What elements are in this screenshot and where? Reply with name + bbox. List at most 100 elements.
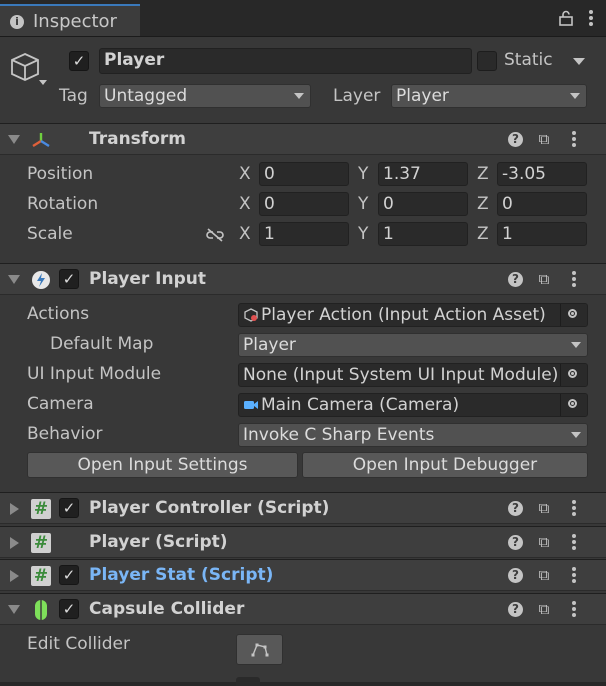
player-input-enabled-checkbox[interactable]: ✓ [59, 269, 79, 289]
active-checkbox[interactable]: ✓ [69, 51, 89, 71]
open-input-debugger-button[interactable]: Open Input Debugger [302, 452, 588, 478]
player-controller-header[interactable]: # ✓ Player Controller (Script) ? ⧉ [0, 492, 606, 524]
default-map-dropdown[interactable]: Player [238, 333, 588, 357]
object-picker-icon[interactable] [560, 394, 587, 416]
chevron-down-icon [294, 93, 304, 99]
tag-dropdown[interactable]: Untagged [99, 84, 311, 108]
sliders-icon[interactable]: ⧉ [536, 567, 552, 583]
player-input-header[interactable]: ✓ Player Input ? ⧉ [0, 263, 606, 295]
tab-bar: i Inspector [0, 0, 606, 37]
capsule-collider-icon [35, 600, 47, 620]
kebab-icon[interactable] [571, 533, 577, 551]
scale-z-field[interactable]: 1 [497, 222, 587, 246]
lock-icon[interactable] [558, 10, 574, 26]
position-label: Position [27, 164, 94, 184]
layer-value: Player [396, 86, 449, 106]
static-checkbox[interactable] [477, 51, 497, 71]
chevron-down-icon [570, 93, 580, 99]
bolt-icon [32, 271, 50, 289]
axis-z-label: Z [477, 224, 489, 244]
player-script-header[interactable]: # Player (Script) ? ⧉ [0, 526, 606, 558]
rotation-y-field[interactable]: 0 [378, 192, 468, 216]
scale-x-field[interactable]: 1 [259, 222, 349, 246]
camera-value: Main Camera (Camera) [261, 395, 460, 415]
script-icon: # [31, 499, 51, 519]
chevron-down-icon [571, 342, 581, 348]
help-icon[interactable]: ? [508, 501, 523, 516]
foldout-open-icon[interactable] [8, 275, 20, 284]
foldout-open-icon[interactable] [8, 605, 20, 614]
ui-input-module-value: None (Input System UI Input Module) [243, 365, 559, 385]
position-x-field[interactable]: 0 [259, 162, 349, 186]
sliders-icon[interactable]: ⧉ [536, 500, 552, 516]
kebab-icon[interactable] [571, 499, 577, 517]
player-stat-header[interactable]: # ✓ Player Stat (Script) ? ⧉ [0, 559, 606, 591]
info-icon: i [10, 15, 24, 29]
camera-field[interactable]: Main Camera (Camera) [238, 393, 588, 417]
foldout-closed-icon[interactable] [10, 570, 19, 582]
kebab-icon[interactable] [571, 270, 577, 288]
ui-input-module-field[interactable]: None (Input System UI Input Module) [238, 363, 588, 387]
edit-collider-button[interactable] [236, 634, 283, 665]
inspector-panel: ✓ Player Static Tag Untagged Layer Playe… [0, 37, 606, 686]
kebab-icon[interactable] [571, 566, 577, 584]
transform-title: Transform [89, 129, 186, 149]
foldout-closed-icon[interactable] [10, 503, 19, 515]
transform-header[interactable]: Transform ? ⧉ [0, 123, 606, 155]
capsule-collider-title: Capsule Collider [89, 599, 245, 619]
player-input-title: Player Input [89, 269, 206, 289]
behavior-label: Behavior [27, 424, 103, 444]
actions-field[interactable]: Player Action (Input Action Asset) [238, 303, 588, 327]
open-input-settings-button[interactable]: Open Input Settings [27, 452, 298, 478]
sliders-icon[interactable]: ⧉ [536, 601, 552, 617]
link-broken-icon[interactable] [204, 227, 226, 243]
position-z-field[interactable]: -3.05 [497, 162, 587, 186]
axis-x-label: X [239, 164, 251, 184]
tab-menu-icon[interactable] [588, 9, 594, 27]
object-picker-icon[interactable] [560, 304, 587, 326]
player-controller-enabled-checkbox[interactable]: ✓ [59, 498, 79, 518]
kebab-icon[interactable] [571, 130, 577, 148]
player-stat-enabled-checkbox[interactable]: ✓ [59, 565, 79, 585]
actions-label: Actions [27, 304, 90, 324]
player-script-title: Player (Script) [89, 532, 228, 552]
edit-collider-label: Edit Collider [27, 634, 131, 654]
object-picker-icon[interactable] [560, 364, 587, 386]
rotation-z-field[interactable]: 0 [497, 192, 587, 216]
static-label: Static [504, 50, 553, 70]
behavior-value: Invoke C Sharp Events [243, 425, 435, 445]
rotation-x-field[interactable]: 0 [259, 192, 349, 216]
help-icon[interactable]: ? [508, 602, 523, 617]
foldout-open-icon[interactable] [8, 135, 20, 144]
transform-icon [32, 133, 50, 148]
foldout-closed-icon[interactable] [10, 537, 19, 549]
behavior-dropdown[interactable]: Invoke C Sharp Events [238, 423, 588, 447]
player-controller-title: Player Controller (Script) [89, 498, 330, 518]
ui-input-module-label: UI Input Module [27, 364, 162, 384]
tag-label: Tag [59, 86, 88, 106]
help-icon[interactable]: ? [508, 568, 523, 583]
sliders-icon[interactable]: ⧉ [536, 534, 552, 550]
sliders-icon[interactable]: ⧉ [536, 131, 552, 147]
object-name-field[interactable]: Player [99, 48, 472, 74]
kebab-icon[interactable] [571, 600, 577, 618]
script-icon: # [31, 566, 51, 586]
capsule-collider-enabled-checkbox[interactable]: ✓ [59, 599, 79, 619]
scale-y-field[interactable]: 1 [378, 222, 468, 246]
axis-z-label: Z [477, 164, 489, 184]
sliders-icon[interactable]: ⧉ [536, 271, 552, 287]
actions-value: Player Action (Input Action Asset) [261, 305, 546, 325]
position-y-field[interactable]: 1.37 [378, 162, 468, 186]
axis-y-label: Y [358, 224, 369, 244]
help-icon[interactable]: ? [508, 132, 523, 147]
default-map-value: Player [243, 335, 296, 355]
help-icon[interactable]: ? [508, 535, 523, 550]
capsule-collider-header[interactable]: ✓ Capsule Collider ? ⧉ [0, 593, 606, 625]
help-icon[interactable]: ? [508, 272, 523, 287]
inspector-tab[interactable]: i Inspector [0, 4, 140, 36]
layer-dropdown[interactable]: Player [391, 84, 587, 108]
input-action-asset-icon [244, 308, 258, 322]
chevron-down-icon [571, 432, 581, 438]
axis-z-label: Z [477, 194, 489, 214]
static-dropdown-icon[interactable] [573, 58, 585, 65]
